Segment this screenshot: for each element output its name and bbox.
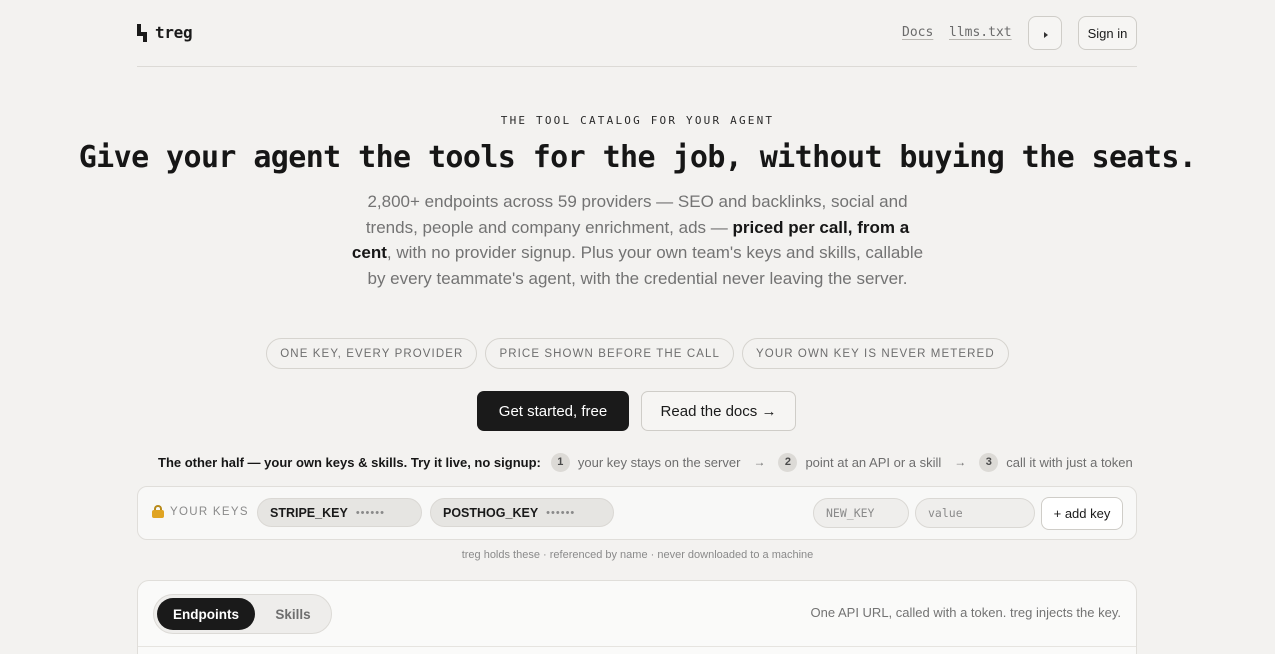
keys-note: treg holds these · referenced by name · … <box>461 549 814 561</box>
add-key-button[interactable]: + add key <box>1041 497 1123 530</box>
key-chip-stripe[interactable]: STRIPE_KEY •••••• <box>257 498 422 527</box>
demo-panel: Endpoints Skills One API URL, called wit… <box>137 580 1137 654</box>
keys-label: YOUR KEYS <box>152 505 249 518</box>
feature-pill: PRICE SHOWN BEFORE THE CALL <box>485 338 734 369</box>
lock-icon <box>152 505 164 518</box>
tab-endpoints[interactable]: Endpoints <box>157 598 255 630</box>
keys-bar: YOUR KEYS STRIPE_KEY •••••• POSTHOG_KEY … <box>137 486 1137 540</box>
logo-text: treg <box>155 23 193 42</box>
hero-eyebrow: THE TOOL CATALOG FOR YOUR AGENT <box>500 114 775 127</box>
nav-llms-link[interactable]: llms.txt <box>949 25 1012 40</box>
tab-switcher: Endpoints Skills <box>153 594 332 634</box>
feature-pills: ONE KEY, EVERY PROVIDER PRICE SHOWN BEFO… <box>0 338 1275 369</box>
get-started-button[interactable]: Get started, free <box>477 391 629 431</box>
key-mask: •••••• <box>355 506 385 519</box>
arrow-right-icon: → <box>954 455 967 469</box>
step-text: point at an API or a skill <box>805 454 942 470</box>
step-text: call it with just a token <box>1006 454 1133 470</box>
feature-pill: ONE KEY, EVERY PROVIDER <box>266 338 478 369</box>
new-key-input[interactable]: NEW_KEY <box>813 498 909 528</box>
panel-divider <box>138 646 1136 647</box>
logo-mark-icon <box>137 23 149 42</box>
step-number: 3 <box>979 452 999 472</box>
step-number: 1 <box>550 452 570 472</box>
arrow-right-icon: → <box>753 455 766 469</box>
hero-headline: Give your agent the tools for the job, w… <box>78 140 1197 175</box>
steps-lead: The other half — your own keys & skills.… <box>158 454 541 470</box>
key-mask: •••••• <box>546 506 576 519</box>
panel-hint: One API URL, called with a token. treg i… <box>810 605 1121 620</box>
steps-row: The other half — your own keys & skills.… <box>158 452 1133 472</box>
logo[interactable]: treg <box>137 23 193 42</box>
read-docs-button[interactable]: Read the docs → <box>641 391 796 431</box>
key-name: STRIPE_KEY <box>270 505 348 520</box>
tab-skills[interactable]: Skills <box>259 598 327 630</box>
theme-toggle-button[interactable] <box>1028 16 1062 50</box>
step-number: 2 <box>778 452 798 472</box>
signin-button[interactable]: Sign in <box>1078 16 1137 50</box>
feature-pill: YOUR OWN KEY IS NEVER METERED <box>742 338 1009 369</box>
key-name: POSTHOG_KEY <box>443 505 539 520</box>
key-chip-posthog[interactable]: POSTHOG_KEY •••••• <box>430 498 614 527</box>
play-icon <box>1044 32 1048 38</box>
step-text: your key stays on the server <box>577 454 741 470</box>
site-header: treg Docs llms.txt Sign in <box>137 0 1137 67</box>
hero-subtitle: 2,800+ endpoints across 59 providers — S… <box>351 192 924 288</box>
nav-docs-link[interactable]: Docs <box>902 25 933 40</box>
key-value-input[interactable]: value <box>915 498 1035 528</box>
